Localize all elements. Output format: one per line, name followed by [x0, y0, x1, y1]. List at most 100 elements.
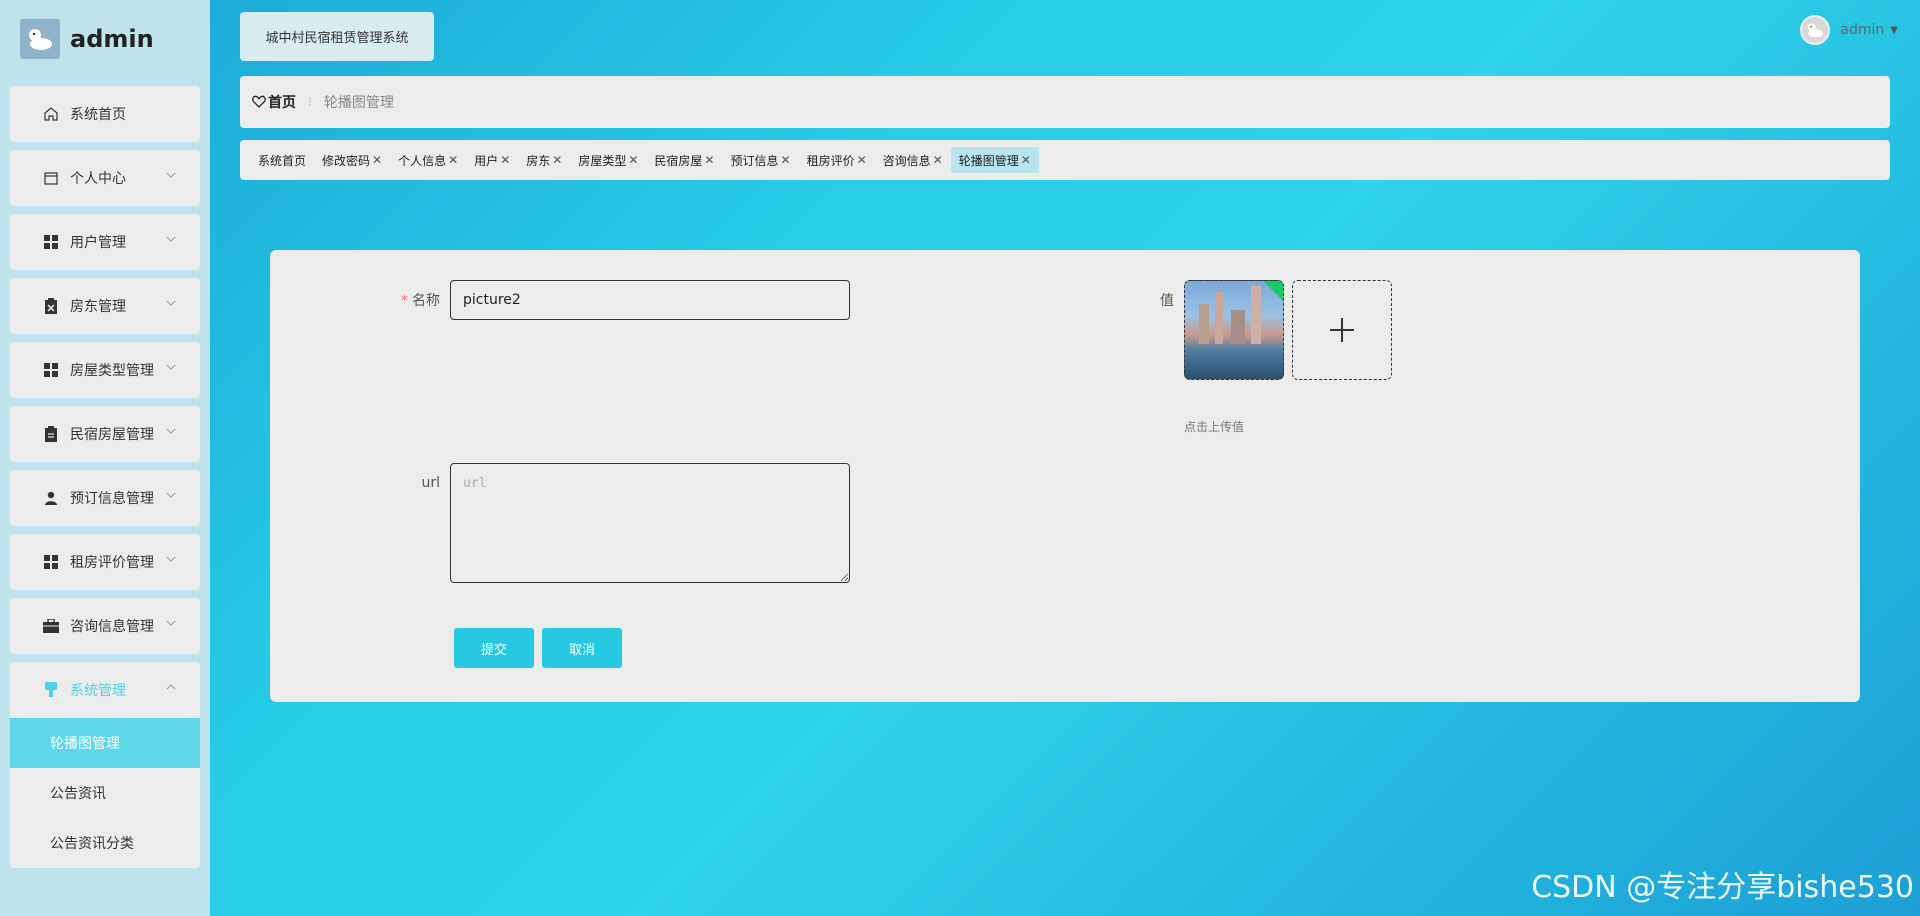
avatar — [1800, 15, 1831, 45]
sidebar-item-house-type-management[interactable]: 房屋类型管理 — [10, 342, 200, 398]
breadcrumb-separator: ⁝ — [308, 95, 312, 109]
chevron-up-icon — [166, 684, 176, 690]
tag-booking[interactable]: 预订信息 ✕ — [722, 147, 798, 173]
close-icon[interactable]: ✕ — [628, 153, 638, 167]
grid-icon — [42, 553, 60, 571]
breadcrumb-home[interactable]: 首页 — [252, 92, 296, 112]
sidebar-item-label: 租房评价管理 — [70, 555, 154, 571]
tag-house-type[interactable]: 房屋类型 ✕ — [570, 147, 646, 173]
brush-icon — [42, 681, 60, 699]
sidebar-item-label: 用户管理 — [70, 235, 126, 251]
sidebar-item-label: 系统管理 — [70, 683, 126, 699]
tag-label: 个人信息 — [398, 153, 447, 168]
close-icon[interactable]: ✕ — [448, 153, 458, 167]
sidebar-item-landlord-management[interactable]: 房东管理 — [10, 278, 200, 334]
close-icon[interactable]: ✕ — [552, 153, 562, 167]
tag-carousel[interactable]: 轮播图管理 ✕ — [950, 147, 1039, 173]
tag-label: 租房评价 — [806, 153, 855, 168]
sidebar-item-label: 系统首页 — [70, 107, 126, 123]
url-label: url — [421, 475, 440, 491]
briefcase-icon — [42, 617, 60, 635]
cancel-button[interactable]: 取消 — [542, 628, 622, 668]
sidebar-item-user-management[interactable]: 用户管理 — [10, 214, 200, 270]
close-icon[interactable]: ✕ — [500, 153, 510, 167]
chevron-down-icon — [166, 236, 176, 242]
home-icon — [42, 105, 60, 123]
chevron-down-icon — [166, 620, 176, 626]
chevron-down-icon — [166, 556, 176, 562]
chevron-down-icon — [166, 428, 176, 434]
close-icon[interactable]: ✕ — [781, 153, 791, 167]
tag-label: 民宿房屋 — [654, 153, 703, 168]
tag-system-home[interactable]: 系统首页 — [250, 147, 314, 173]
breadcrumb: 首页 ⁝ 轮播图管理 — [240, 76, 1890, 128]
system-title: 城中村民宿租赁管理系统 — [240, 12, 434, 61]
chevron-down-icon — [166, 364, 176, 370]
sidebar-item-personal-center[interactable]: 个人中心 — [10, 150, 200, 206]
sidebar-item-label: 咨询信息管理 — [70, 619, 154, 635]
tag-change-password[interactable]: 修改密码 ✕ — [314, 147, 390, 173]
tag-label: 修改密码 — [322, 153, 371, 168]
system-submenu: 轮播图管理 公告资讯 公告资讯分类 — [10, 718, 200, 868]
name-label-text: 名称 — [412, 293, 440, 309]
required-mark: * — [401, 293, 408, 309]
thumbnail-building — [1231, 310, 1245, 344]
tags-view: 系统首页 修改密码 ✕ 个人信息 ✕ 用户 ✕ 房东 ✕ 房屋类型 ✕ 民宿房屋 ✕ 预订信… — [240, 140, 1890, 180]
tag-homestay[interactable]: 民宿房屋 ✕ — [646, 147, 722, 173]
close-icon[interactable]: ✕ — [933, 153, 943, 167]
tag-label: 房屋类型 — [578, 153, 627, 168]
sidebar-subitem-notice-category[interactable]: 公告资讯分类 — [10, 818, 200, 868]
sidebar-item-label: 民宿房屋管理 — [70, 427, 154, 443]
sidebar-item-label: 房屋类型管理 — [70, 363, 154, 379]
clipboard-icon — [42, 425, 60, 443]
brand-title: admin — [70, 25, 154, 53]
sidebar: admin 系统首页 个人中心 用户管理 房东管理 房屋类型管理 民宿房屋管理 … — [0, 0, 210, 916]
sidebar-item-review-management[interactable]: 租房评价管理 — [10, 534, 200, 590]
tag-label: 轮播图管理 — [958, 153, 1019, 168]
duck-logo-icon — [20, 19, 60, 59]
url-textarea[interactable] — [450, 463, 850, 583]
submit-button[interactable]: 提交 — [454, 628, 534, 668]
upload-success-badge — [1263, 281, 1283, 301]
sidebar-subitem-carousel[interactable]: 轮播图管理 — [10, 718, 200, 768]
thumbnail-building — [1251, 286, 1261, 344]
thumbnail-building — [1215, 292, 1223, 344]
tag-label: 系统首页 — [258, 153, 307, 168]
tag-landlord[interactable]: 房东 ✕ — [518, 147, 570, 173]
sidebar-item-booking-management[interactable]: 预订信息管理 — [10, 470, 200, 526]
name-input[interactable] — [450, 280, 850, 320]
sidebar-item-consult-management[interactable]: 咨询信息管理 — [10, 598, 200, 654]
tag-user[interactable]: 用户 ✕ — [466, 147, 518, 173]
breadcrumb-current: 轮播图管理 — [323, 95, 394, 111]
tag-consult[interactable]: 咨询信息 ✕ — [875, 147, 951, 173]
sidebar-subitem-notice[interactable]: 公告资讯 — [10, 768, 200, 818]
close-icon[interactable]: ✕ — [372, 153, 382, 167]
sidebar-item-home[interactable]: 系统首页 — [10, 86, 200, 142]
value-label: 值 — [1160, 293, 1174, 309]
chevron-down-icon — [166, 172, 176, 178]
close-icon[interactable]: ✕ — [857, 153, 867, 167]
grid-icon — [42, 361, 60, 379]
brand: admin — [10, 0, 200, 78]
close-icon[interactable]: ✕ — [1021, 153, 1031, 167]
user-name: admin — [1840, 22, 1885, 38]
chevron-down-icon — [166, 300, 176, 306]
tag-review[interactable]: 租房评价 ✕ — [799, 147, 875, 173]
name-label: * 名称 — [360, 290, 440, 310]
sidebar-item-homestay-management[interactable]: 民宿房屋管理 — [10, 406, 200, 462]
user-menu[interactable]: admin ▼ — [1800, 15, 1898, 45]
sidebar-item-system-management[interactable]: 系统管理 — [10, 662, 200, 718]
tag-label: 用户 — [474, 153, 499, 168]
sidebar-item-label: 房东管理 — [70, 299, 126, 315]
upload-tip: 点击上传值 — [1184, 420, 1245, 434]
tag-personal-info[interactable]: 个人信息 ✕ — [390, 147, 466, 173]
image-upload-button[interactable] — [1292, 280, 1392, 380]
heart-icon — [252, 95, 266, 108]
clipboard-x-icon — [42, 297, 60, 315]
uploaded-image-thumbnail[interactable] — [1184, 280, 1284, 380]
close-icon[interactable]: ✕ — [704, 153, 714, 167]
caret-down-icon: ▼ — [1890, 24, 1898, 36]
tag-label: 房东 — [526, 153, 551, 168]
user-icon — [42, 489, 60, 507]
plus-icon — [1330, 318, 1354, 342]
